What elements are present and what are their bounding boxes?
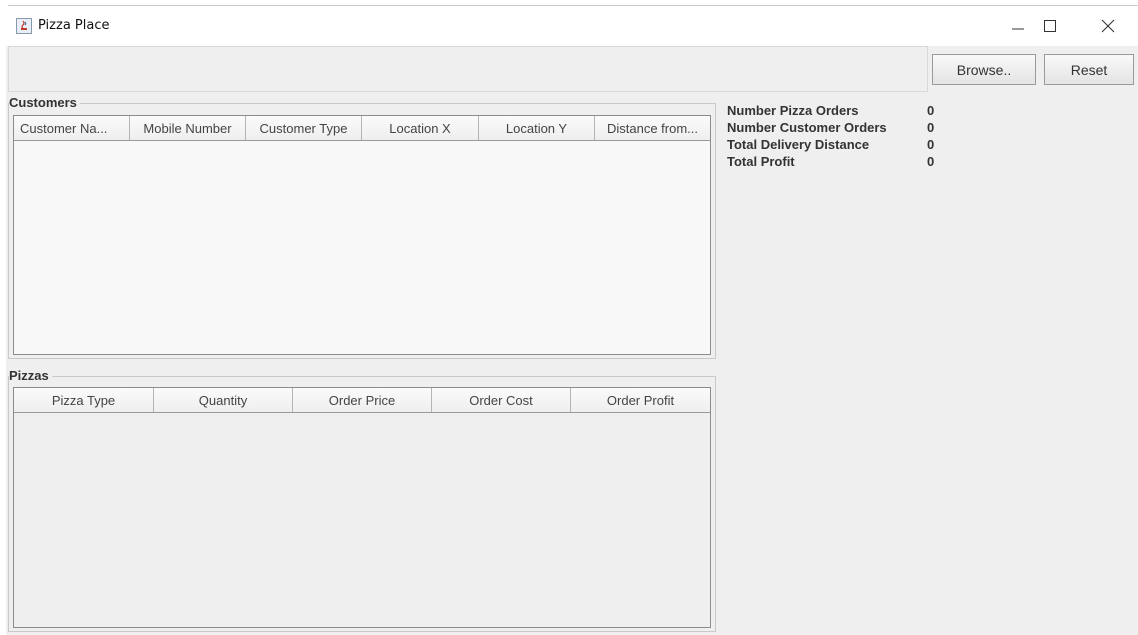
close-button[interactable] (1088, 12, 1128, 40)
column-header-order-price[interactable]: Order Price (293, 388, 432, 412)
stat-total-delivery-distance: Total Delivery Distance 0 (727, 136, 957, 153)
pizzas-group-title: Pizzas (9, 368, 52, 383)
stat-value: 0 (927, 154, 935, 169)
window-top-border (8, 5, 1138, 6)
stat-value: 0 (927, 103, 935, 118)
column-header-customer-name[interactable]: Customer Na... (14, 116, 130, 140)
maximize-button[interactable] (1030, 12, 1070, 40)
minimize-icon (1012, 28, 1024, 30)
stat-value: 0 (927, 120, 935, 135)
stat-total-profit: Total Profit 0 (727, 153, 957, 170)
title-bar[interactable]: Pizza Place (0, 8, 1138, 46)
column-header-location-y[interactable]: Location Y (479, 116, 595, 140)
column-header-mobile-number[interactable]: Mobile Number (130, 116, 246, 140)
java-app-icon (16, 18, 32, 34)
column-header-order-profit[interactable]: Order Profit (571, 388, 710, 412)
stat-number-pizza-orders: Number Pizza Orders 0 (727, 102, 957, 119)
maximize-icon (1044, 20, 1056, 32)
customers-group-title: Customers (9, 95, 80, 110)
stat-label: Total Delivery Distance (727, 137, 870, 152)
reset-button[interactable]: Reset (1044, 54, 1134, 85)
stat-label: Number Pizza Orders (727, 103, 859, 118)
column-header-distance[interactable]: Distance from... (595, 116, 710, 140)
column-header-order-cost[interactable]: Order Cost (432, 388, 571, 412)
stat-value: 0 (927, 137, 935, 152)
pizzas-table[interactable]: Pizza Type Quantity Order Price Order Co… (13, 387, 711, 628)
stat-number-customer-orders: Number Customer Orders 0 (727, 119, 957, 136)
statistics-panel: Number Pizza Orders 0 Number Customer Or… (727, 102, 957, 170)
column-header-customer-type[interactable]: Customer Type (246, 116, 362, 140)
column-header-quantity[interactable]: Quantity (154, 388, 293, 412)
browse-button[interactable]: Browse.. (932, 54, 1036, 85)
column-header-pizza-type[interactable]: Pizza Type (14, 388, 154, 412)
pizzas-table-header: Pizza Type Quantity Order Price Order Co… (14, 388, 710, 413)
close-icon (1101, 19, 1115, 33)
stat-label: Number Customer Orders (727, 120, 887, 135)
stat-label: Total Profit (727, 154, 795, 169)
customers-table[interactable]: Customer Na... Mobile Number Customer Ty… (13, 115, 711, 355)
toolbar-panel (8, 46, 928, 92)
client-area: Browse.. Reset Customers Customer Na... … (6, 46, 1138, 635)
customers-table-header: Customer Na... Mobile Number Customer Ty… (14, 116, 710, 141)
window-title: Pizza Place (38, 18, 110, 33)
column-header-location-x[interactable]: Location X (362, 116, 479, 140)
